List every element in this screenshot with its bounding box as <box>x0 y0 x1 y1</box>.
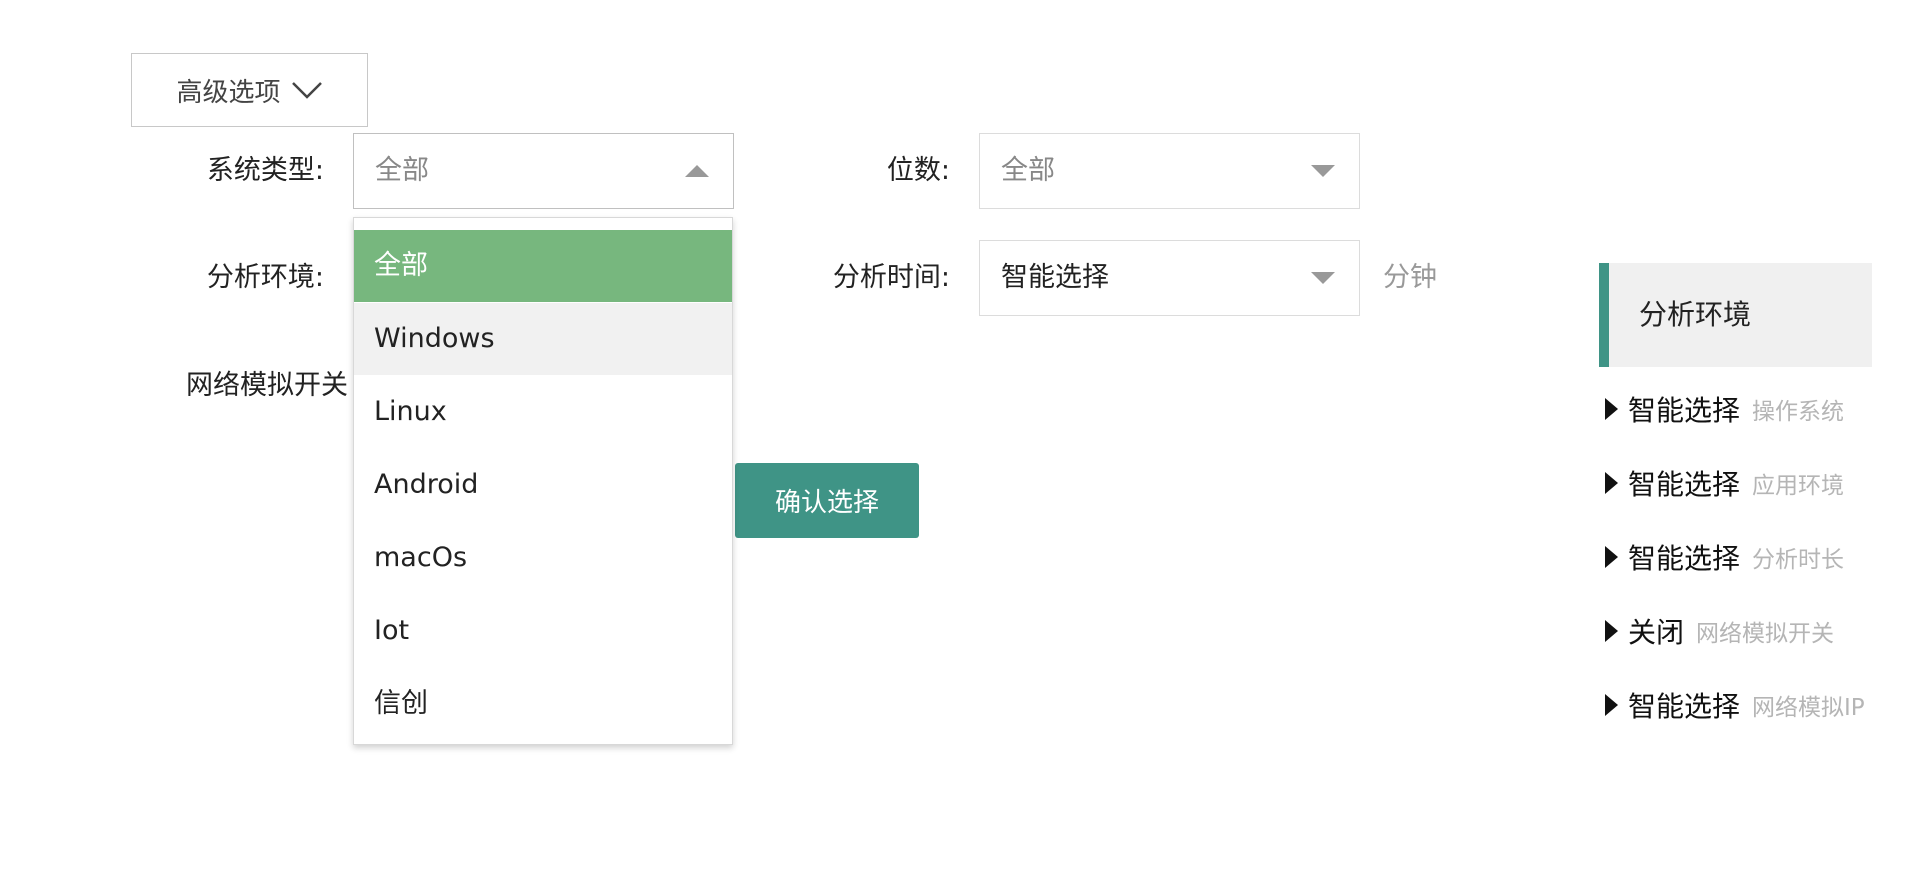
summary-row: 智能选择 分析时长 <box>1605 537 1844 577</box>
chevron-down-icon <box>291 82 322 99</box>
advanced-options-label: 高级选项 <box>176 77 281 108</box>
summary-row: 智能选择 网络模拟IP <box>1605 685 1865 725</box>
confirm-button[interactable]: 确认选择 <box>735 463 919 538</box>
summary-value: 智能选择 <box>1628 394 1741 427</box>
dropdown-option-xinchuang[interactable]: 信创 <box>354 668 732 740</box>
system-type-select[interactable]: 全部 <box>353 133 734 209</box>
caret-right-icon <box>1605 546 1618 568</box>
analysis-time-label: 分析时间: <box>832 262 950 293</box>
summary-key: 分析时长 <box>1752 547 1845 573</box>
summary-key: 网络模拟开关 <box>1696 621 1835 647</box>
summary-title: 分析环境 <box>1639 298 1752 331</box>
summary-value: 智能选择 <box>1628 542 1741 575</box>
summary-value: 关闭 <box>1628 616 1685 649</box>
bits-label: 位数: <box>886 155 950 186</box>
advanced-options-button[interactable]: 高级选项 <box>131 53 368 127</box>
dropdown-option-iot[interactable]: Iot <box>354 595 732 667</box>
summary-value: 智能选择 <box>1628 690 1741 723</box>
summary-header: 分析环境 <box>1599 263 1872 367</box>
caret-right-icon <box>1605 472 1618 494</box>
system-type-label: 系统类型: <box>206 155 324 186</box>
minutes-unit: 分钟 <box>1383 262 1437 293</box>
system-type-value: 全部 <box>375 155 429 186</box>
summary-key: 应用环境 <box>1752 473 1845 499</box>
summary-row: 智能选择 操作系统 <box>1605 389 1844 429</box>
analysis-time-value: 智能选择 <box>1001 262 1109 293</box>
caret-down-icon <box>1311 165 1335 177</box>
summary-row: 关闭 网络模拟开关 <box>1605 611 1834 651</box>
caret-down-icon <box>1311 272 1335 284</box>
dropdown-option-windows[interactable]: Windows <box>354 303 732 375</box>
dropdown-option-all[interactable]: 全部 <box>354 230 732 302</box>
network-switch-label: 网络模拟开关 <box>186 370 348 401</box>
bits-select[interactable]: 全部 <box>979 133 1360 209</box>
analysis-time-select[interactable]: 智能选择 <box>979 240 1360 316</box>
summary-key: 操作系统 <box>1752 399 1845 425</box>
caret-up-icon <box>685 165 709 177</box>
dropdown-option-macos[interactable]: macOs <box>354 522 732 594</box>
system-type-dropdown: 全部 Windows Linux Android macOs Iot 信创 <box>353 217 733 745</box>
summary-key: 网络模拟IP <box>1752 695 1865 721</box>
caret-right-icon <box>1605 398 1618 420</box>
summary-row: 智能选择 应用环境 <box>1605 463 1844 503</box>
dropdown-option-android[interactable]: Android <box>354 449 732 521</box>
dropdown-option-linux[interactable]: Linux <box>354 376 732 448</box>
analysis-env-label: 分析环境: <box>206 262 324 293</box>
summary-value: 智能选择 <box>1628 468 1741 501</box>
caret-right-icon <box>1605 694 1618 716</box>
caret-right-icon <box>1605 620 1618 642</box>
bits-value: 全部 <box>1001 155 1055 186</box>
